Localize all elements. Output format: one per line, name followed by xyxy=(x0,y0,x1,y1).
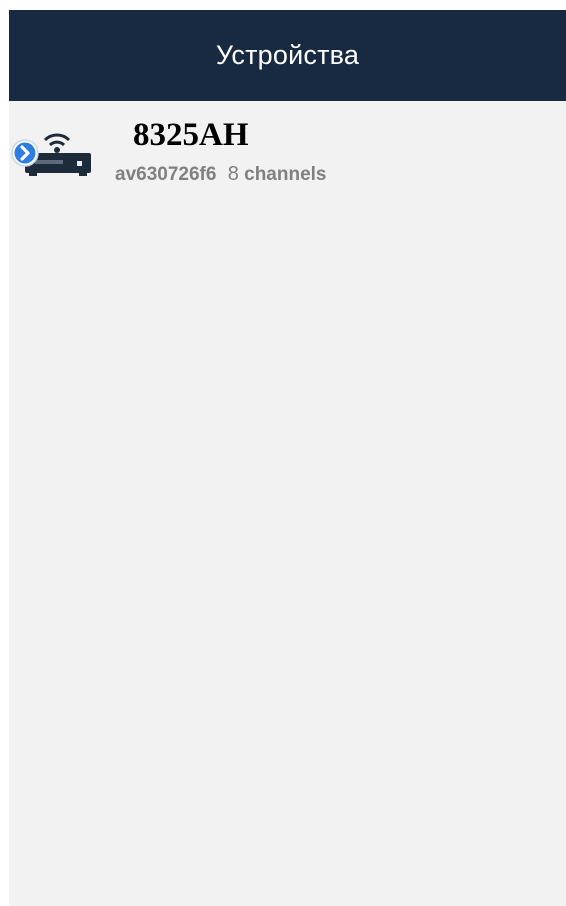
device-info: av630726f6 8 channels xyxy=(115,162,327,187)
device-list-item[interactable]: 8325AH av630726f6 8 channels xyxy=(9,101,566,197)
chevron-right-circle-icon xyxy=(11,139,39,167)
device-id: av630726f6 xyxy=(115,164,217,185)
app-frame: Устройства 8325AH av630726f6 8 channels xyxy=(9,10,566,906)
app-header: Устройства xyxy=(9,10,566,101)
channels-label: channels xyxy=(244,164,327,185)
device-name: 8325AH xyxy=(133,117,249,153)
wifi-dvr-icon[interactable] xyxy=(11,123,93,179)
channel-count: 8 xyxy=(227,163,239,185)
page-title: Устройства xyxy=(215,40,360,70)
device-channels: 8 channels xyxy=(228,162,327,187)
